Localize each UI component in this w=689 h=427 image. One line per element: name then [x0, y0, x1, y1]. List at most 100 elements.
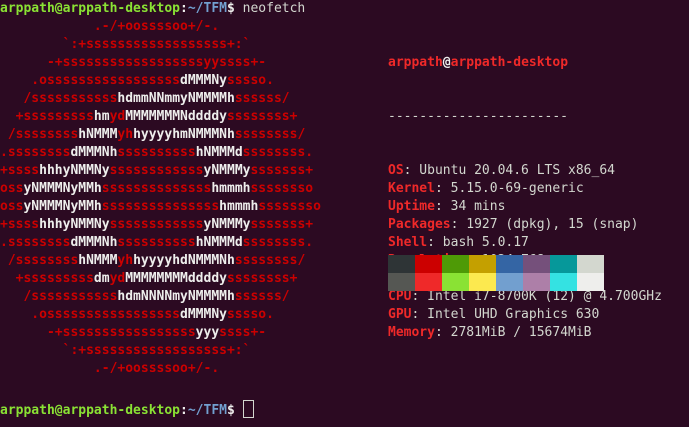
logo-segment: sssso.	[226, 307, 274, 322]
logo-line: ossyNMMMNyMMhssssssssssssssshmmmhsssssss…	[0, 198, 321, 216]
logo-segment: yd	[109, 271, 126, 286]
logo-line: /ssssssssssshdmNNNNmyNMMMMhssssss/	[0, 288, 321, 306]
palette-swatch	[496, 255, 523, 273]
info-at: @	[442, 55, 451, 70]
info-row: Packages: 1927 (dpkg), 15 (snap)	[388, 216, 662, 234]
logo-segment: .-/+oossssoo+/-.	[0, 19, 220, 34]
prompt-dollar: $	[226, 1, 235, 16]
logo-segment: hdmNNNNmyNMMMMh	[117, 289, 235, 304]
logo-segment: -+sssssssssssssssss	[0, 325, 196, 340]
logo-segment: ssssssssss	[117, 145, 196, 160]
logo-segment: hNMMM	[78, 253, 118, 268]
info-value: : 5.15.0-69-generic	[434, 181, 584, 196]
info-key: Packages	[388, 217, 451, 232]
logo-segment: hhhyNMMNy	[39, 217, 110, 232]
palette-swatch	[550, 255, 577, 273]
logo-segment: /ssssssss	[0, 127, 79, 142]
logo-segment: yh	[117, 127, 134, 142]
logo-segment: yNMMMNyMMh	[23, 181, 102, 196]
info-value: : bash 5.0.17	[427, 235, 529, 250]
logo-line: `:+ssssssssssssssssss+:`	[0, 342, 321, 360]
logo-segment: `:+ssssssssssssssssss+:`	[0, 343, 251, 358]
logo-segment: dMMMNh	[70, 145, 118, 160]
logo-segment: sssssssssssssss	[101, 199, 220, 214]
palette-swatch	[523, 255, 550, 273]
prompt-path: ~/TFM	[187, 1, 227, 16]
logo-line: /ssssssssssshdmmNNmmyNMMMMhssssss/	[0, 90, 321, 108]
logo-segment: hmmmh	[211, 181, 251, 196]
logo-line: +sssshhhyNMMNyssssssssssssyNMMMysssssss+	[0, 216, 321, 234]
logo-segment: .-/+oossssoo+/-.	[0, 361, 220, 376]
palette-swatch	[523, 273, 550, 291]
palette-swatch	[442, 273, 469, 291]
logo-segment: .ssssssss	[0, 145, 71, 160]
system-info: arppath@arppath-desktop ----------------…	[388, 18, 662, 378]
logo-segment: /sssssssssss	[0, 91, 118, 106]
logo-segment: dMMMNh	[70, 235, 118, 250]
prompt2-path: ~/TFM	[187, 403, 227, 418]
logo-segment: ssssssso	[250, 181, 314, 196]
logo-segment: yd	[109, 109, 126, 124]
logo-segment: ssssssss.	[242, 235, 314, 250]
logo-segment: ssss+-	[219, 325, 267, 340]
ubuntu-ascii-logo: .-/+oossssoo+/-. `:+ssssssssssssssssss+:…	[0, 18, 321, 378]
palette-swatch	[442, 255, 469, 273]
logo-segment: yyy	[195, 325, 220, 340]
logo-segment: hmmmh	[219, 199, 259, 214]
logo-line: .-/+oossssoo+/-.	[0, 18, 321, 36]
logo-segment: +sssssssss	[0, 109, 94, 124]
palette-swatch	[469, 273, 496, 291]
logo-line: .ssssssssdMMMNhsssssssssshNMMMdssssssss.	[0, 144, 321, 162]
logo-segment: +sssssssss	[0, 271, 94, 286]
prompt2-dollar: $	[226, 403, 235, 418]
info-row: OS: Ubuntu 20.04.6 LTS x86_64	[388, 162, 662, 180]
prompt-separator: :	[180, 1, 188, 16]
color-palette	[388, 255, 604, 291]
info-key: OS	[388, 163, 404, 178]
info-row: GPU: Intel UHD Graphics 630	[388, 306, 662, 324]
info-value: : Ubuntu 20.04.6 LTS x86_64	[403, 163, 615, 178]
logo-segment: +ssss	[0, 163, 40, 178]
palette-swatch	[577, 255, 604, 273]
terminal-window[interactable]: arppath@arppath-desktop:~/TFM$ neofetch …	[0, 0, 689, 427]
logo-segment: yNMMMy	[203, 217, 251, 232]
palette-swatch	[469, 255, 496, 273]
logo-line: `:+ssssssssssssssssss+:`	[0, 36, 321, 54]
prompt-line-2[interactable]: arppath@arppath-desktop:~/TFM$	[0, 400, 254, 418]
logo-segment: yNMMMNyMMh	[23, 199, 102, 214]
prompt-line: arppath@arppath-desktop:~/TFM$ neofetch	[0, 0, 305, 18]
info-row: Shell: bash 5.0.17	[388, 234, 662, 252]
info-key: GPU	[388, 307, 412, 322]
info-key: Memory	[388, 325, 435, 340]
logo-segment: MMMMMMMNddddy	[125, 109, 227, 124]
palette-swatch	[388, 255, 415, 273]
logo-segment: hNMMMd	[195, 145, 243, 160]
palette-swatch	[550, 273, 577, 291]
cursor-block[interactable]	[242, 400, 254, 418]
logo-segment: oss	[0, 199, 24, 214]
logo-segment: hyyyyhmNMMMNh	[133, 127, 235, 142]
logo-line: +ssssssssshmydMMMMMMMNddddyssssssss+	[0, 108, 321, 126]
logo-segment: dMMMNy	[180, 307, 227, 322]
logo-line: -+sssssssssssssssssyyyssss+-	[0, 324, 321, 342]
logo-segment: ssssssssss	[117, 235, 196, 250]
logo-segment: hNMMMd	[195, 235, 243, 250]
logo-line: ossyNMMMNyMMhsssssssssssssshmmmhssssssso	[0, 180, 321, 198]
logo-segment: oss	[0, 181, 24, 196]
logo-segment: dMMMNy	[180, 73, 227, 88]
info-divider: -----------------------	[388, 109, 569, 124]
logo-segment: ssssssso	[258, 199, 321, 214]
logo-line: .-/+oossssoo+/-.	[0, 360, 321, 378]
logo-line: .osssssssssssssssssdMMMNysssso.	[0, 306, 321, 324]
logo-segment: sssssss+	[250, 163, 314, 178]
info-value: : 2781MiB / 15674MiB	[434, 325, 592, 340]
prompt-command: neofetch	[242, 1, 306, 16]
logo-line: +sssshhhyNMMNyssssssssssssyNMMMysssssss+	[0, 162, 321, 180]
logo-line: +sssssssssdmydMMMMMMMMddddyssssssss+	[0, 270, 321, 288]
logo-segment: /sssssssssss	[0, 289, 118, 304]
info-row: Kernel: 5.15.0-69-generic	[388, 180, 662, 198]
palette-swatch	[388, 273, 415, 291]
palette-swatch	[577, 273, 604, 291]
info-value: : Intel i7-8700K (12) @ 4.700GHz	[411, 289, 662, 304]
logo-segment: sssso.	[226, 73, 274, 88]
